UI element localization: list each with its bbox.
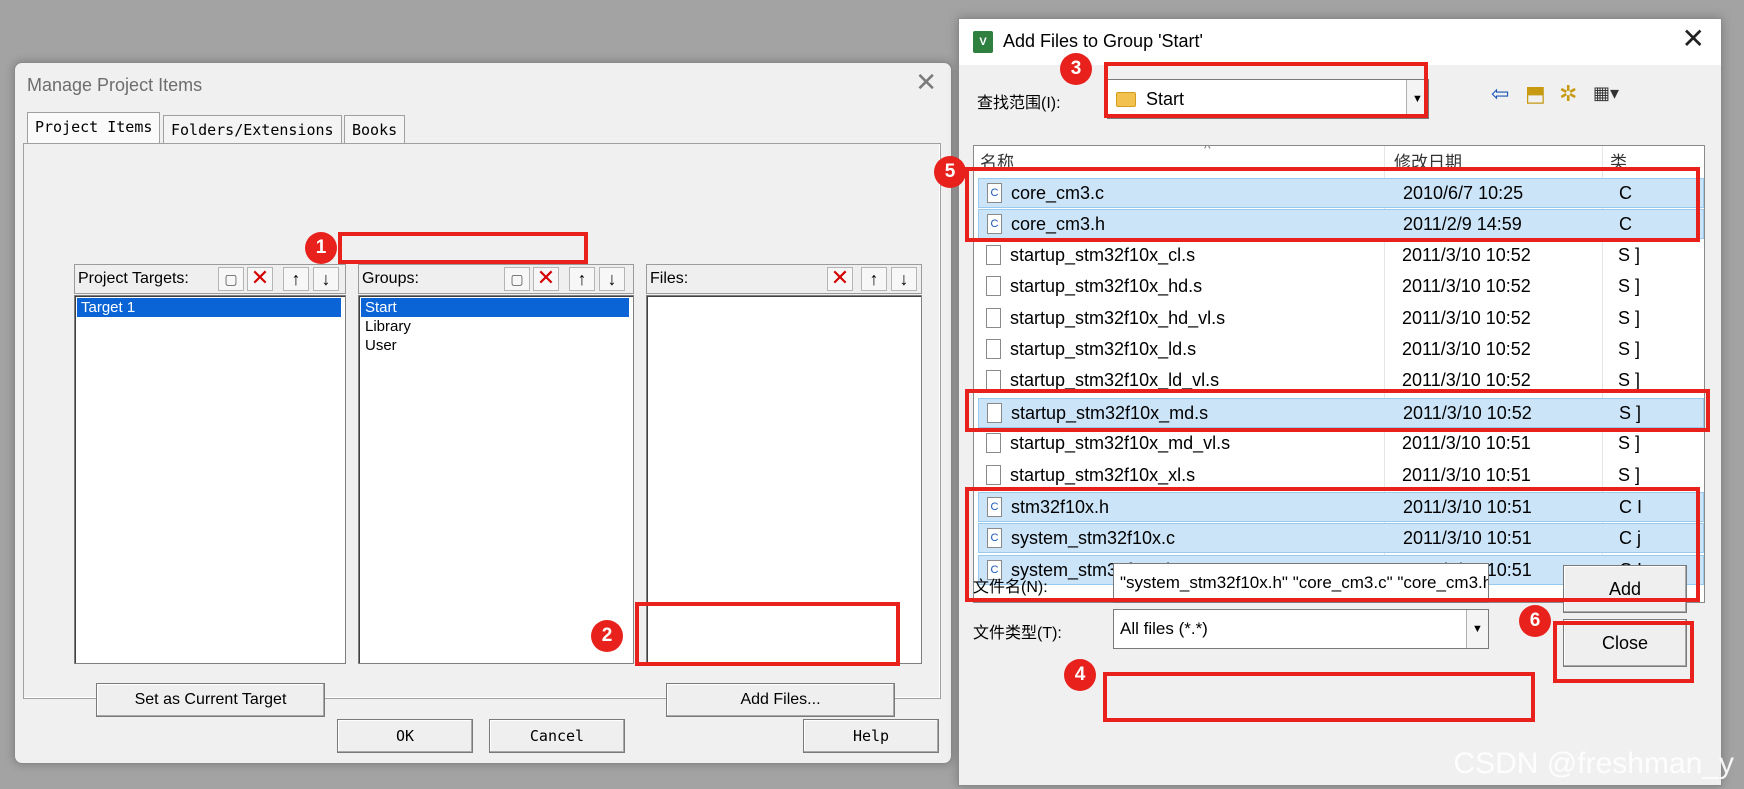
annotation-box — [965, 487, 1700, 602]
cancel-button[interactable]: Cancel — [489, 719, 625, 753]
file-name: startup_stm32f10x_hd.s — [1010, 276, 1203, 297]
list-item-group[interactable]: Start — [361, 298, 629, 317]
file-date: 2011/3/10 10:52 — [1402, 276, 1531, 297]
annotation-box — [635, 602, 900, 666]
back-icon[interactable]: ⇦ — [1491, 81, 1509, 107]
up-folder-icon[interactable]: ⬒ — [1525, 81, 1546, 107]
file-type: S ] — [1618, 307, 1641, 328]
file-type: S ] — [1618, 244, 1641, 265]
file-row[interactable]: startup_stm32f10x_cl.s 2011/3/10 10:52 S ] — [978, 241, 1704, 271]
targets-list[interactable]: Target 1 — [74, 295, 346, 664]
annotation-badge: 1 — [305, 232, 337, 264]
new-group-icon[interactable]: ▢ — [504, 267, 530, 291]
groups-header: Groups: ▢ ✕ ↑ ↓ — [358, 264, 634, 294]
files-header: Files: ✕ ↑ ↓ — [646, 264, 922, 294]
help-button[interactable]: Help — [803, 719, 939, 753]
watermark: CSDN @freshman_y — [1453, 747, 1734, 780]
move-up-icon[interactable]: ↑ — [283, 267, 309, 291]
list-item-group[interactable]: User — [361, 336, 629, 355]
close-icon[interactable]: ✕ — [1682, 25, 1705, 53]
tab-books[interactable]: Books — [344, 115, 406, 143]
file-icon — [986, 244, 1001, 265]
ok-button[interactable]: OK — [337, 719, 473, 753]
set-current-target-button[interactable]: Set as Current Target — [96, 683, 325, 717]
file-type: S ] — [1618, 433, 1641, 454]
tab-folders-extensions[interactable]: Folders/Extensions — [163, 115, 342, 143]
filetype-select[interactable]: All files (*.*) ▼ — [1113, 609, 1489, 649]
targets-header-label: Project Targets: — [78, 270, 189, 287]
annotation-badge: 2 — [591, 620, 623, 652]
annotation-box — [1104, 62, 1428, 118]
file-date: 2011/3/10 10:52 — [1402, 307, 1531, 328]
add-files-button[interactable]: Add Files... — [666, 683, 895, 717]
move-up-icon[interactable]: ↑ — [861, 267, 887, 291]
file-date: 2011/3/10 10:52 — [1402, 244, 1531, 265]
move-down-icon[interactable]: ↓ — [313, 267, 339, 291]
file-name: startup_stm32f10x_ld.s — [1010, 339, 1197, 359]
new-target-icon[interactable]: ▢ — [218, 267, 244, 291]
annotation-box — [338, 232, 588, 264]
chevron-down-icon[interactable]: ▼ — [1466, 610, 1488, 648]
view-menu-icon[interactable]: ▦▾ — [1593, 83, 1619, 104]
list-item-target[interactable]: Target 1 — [77, 298, 341, 317]
file-date: 2011/3/10 10:51 — [1402, 433, 1531, 454]
delete-group-icon[interactable]: ✕ — [533, 267, 559, 291]
move-down-icon[interactable]: ↓ — [891, 267, 917, 291]
tab-project-items[interactable]: Project Items — [27, 112, 161, 145]
file-icon — [986, 276, 1001, 297]
file-row[interactable]: startup_stm32f10x_md_vl.s 2011/3/10 10:51… — [978, 429, 1704, 459]
groups-header-label: Groups: — [362, 270, 419, 287]
file-date: 2011/3/10 10:51 — [1402, 464, 1531, 485]
delete-file-icon[interactable]: ✕ — [827, 267, 853, 291]
groups-list[interactable]: Start Library User — [358, 295, 634, 664]
file-icon — [986, 464, 1001, 485]
annotation-box — [1103, 672, 1535, 722]
annotation-badge: 3 — [1060, 53, 1092, 85]
targets-header: Project Targets: ▢ ✕ ↑ ↓ — [74, 264, 346, 294]
file-row[interactable]: startup_stm32f10x_hd.s 2011/3/10 10:52 S ] — [978, 272, 1704, 302]
filetype-label: 文件类型(T): — [973, 625, 1062, 642]
file-type: S ] — [1618, 464, 1641, 485]
annotation-badge: 6 — [1519, 605, 1551, 637]
file-type: S ] — [1618, 276, 1641, 297]
annotation-box — [965, 167, 1700, 242]
file-icon — [986, 433, 1001, 454]
close-icon[interactable]: ✕ — [915, 69, 937, 95]
list-item-group[interactable]: Library — [361, 317, 629, 336]
dialog-title: Add Files to Group 'Start' — [1003, 31, 1203, 51]
file-icon — [986, 307, 1001, 328]
move-up-icon[interactable]: ↑ — [569, 267, 595, 291]
file-icon — [986, 339, 1001, 359]
file-date: 2011/3/10 10:52 — [1402, 339, 1531, 359]
annotation-box — [1553, 621, 1694, 683]
file-row[interactable]: startup_stm32f10x_ld.s 2011/3/10 10:52 S ] — [978, 335, 1704, 365]
files-header-label: Files: — [650, 270, 689, 287]
file-name: startup_stm32f10x_cl.s — [1010, 244, 1196, 265]
move-down-icon[interactable]: ↓ — [599, 267, 625, 291]
annotation-badge: 5 — [934, 156, 966, 188]
new-folder-icon[interactable]: ✲ — [1559, 81, 1577, 107]
file-row[interactable]: startup_stm32f10x_hd_vl.s 2011/3/10 10:52… — [978, 304, 1704, 334]
dialog-title: Manage Project Items — [27, 75, 203, 95]
keil-app-icon: V — [973, 31, 993, 53]
delete-target-icon[interactable]: ✕ — [247, 267, 273, 291]
annotation-box — [965, 389, 1710, 432]
annotation-badge: 4 — [1064, 659, 1096, 691]
file-name: startup_stm32f10x_hd_vl.s — [1010, 307, 1226, 328]
file-name: startup_stm32f10x_md_vl.s — [1010, 433, 1231, 454]
file-name: startup_stm32f10x_xl.s — [1010, 464, 1196, 485]
look-in-label: 查找范围(I): — [977, 95, 1061, 112]
file-icon — [986, 370, 1001, 391]
file-type: S ] — [1618, 339, 1641, 359]
sort-ascending-icon: ^ — [1204, 145, 1211, 156]
filetype-value: All files (*.*) — [1120, 619, 1208, 638]
